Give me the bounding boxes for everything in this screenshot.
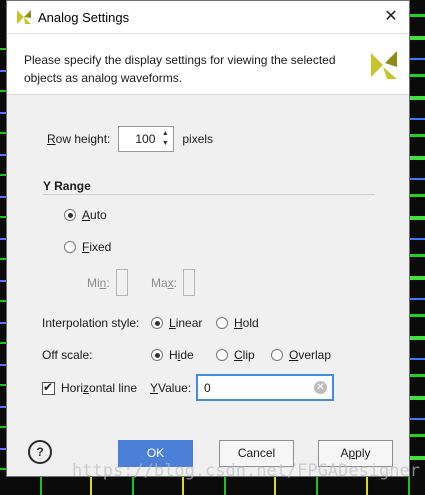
linear-label: Linear — [169, 316, 203, 330]
y-value-input[interactable]: 0 ✕ — [196, 374, 334, 401]
y-range-fixed-radio[interactable]: Fixed — [64, 240, 111, 254]
radio-unselected-icon[interactable] — [216, 317, 228, 329]
interpolation-hold-radio[interactable]: Hold — [216, 316, 259, 330]
y-value-text[interactable]: 0 — [204, 381, 211, 395]
radio-selected-icon[interactable] — [64, 209, 76, 221]
auto-label: Auto — [82, 208, 107, 222]
title-bar[interactable]: Analog Settings ✕ — [7, 1, 409, 34]
off-scale-clip-radio[interactable]: Clip — [216, 348, 255, 362]
dialog-description: Please specify the display settings for … — [24, 53, 336, 85]
off-scale-overlap-radio[interactable]: Overlap — [271, 348, 331, 362]
waveform-background-right — [410, 0, 425, 495]
xilinx-logo-icon — [371, 51, 397, 79]
radio-unselected-icon[interactable] — [64, 241, 76, 253]
horizontal-line-checkbox[interactable]: ✔ Horizontal line — [42, 380, 138, 395]
row-height-value[interactable]: 100 — [135, 132, 155, 146]
watermark: https://blog.csdn.net/FPGADesigner — [72, 461, 420, 481]
y-range-title: Y Range — [43, 179, 91, 193]
max-label: Max: — [151, 275, 178, 290]
horizontal-line-label: Horizontal line — [61, 381, 138, 395]
radio-unselected-icon[interactable] — [271, 349, 283, 361]
clear-icon[interactable]: ✕ — [314, 381, 327, 394]
max-input[interactable] — [183, 269, 196, 296]
interpolation-label: Interpolation style: — [42, 316, 140, 330]
hold-label: Hold — [234, 316, 259, 330]
y-range-separator — [43, 194, 375, 195]
fixed-label: Fixed — [82, 240, 112, 254]
radio-selected-icon[interactable] — [151, 317, 163, 329]
min-label: Min: — [87, 275, 110, 290]
spinner-down-icon[interactable]: ▼ — [160, 139, 170, 149]
interpolation-linear-radio[interactable]: Linear — [151, 316, 202, 330]
radio-selected-icon[interactable] — [151, 349, 163, 361]
vivado-logo-icon — [17, 10, 31, 24]
min-field-row: Min: — [87, 269, 128, 296]
help-button[interactable]: ? — [28, 440, 52, 464]
y-range-auto-radio[interactable]: Auto — [64, 208, 107, 222]
min-input[interactable] — [115, 269, 128, 296]
close-button[interactable]: ✕ — [381, 7, 401, 27]
overlap-label: Overlap — [289, 348, 332, 362]
off-scale-hide-radio[interactable]: Hide — [151, 348, 194, 362]
clip-label: Clip — [234, 348, 255, 362]
row-height-spinner[interactable]: 100 ▲ ▼ — [118, 126, 175, 152]
dialog-header: Please specify the display settings for … — [7, 34, 409, 95]
radio-unselected-icon[interactable] — [216, 349, 228, 361]
max-field-row: Max: — [151, 269, 196, 296]
off-scale-label: Off scale: — [42, 348, 93, 362]
spinner-up-icon[interactable]: ▲ — [160, 129, 170, 139]
hide-label: Hide — [169, 348, 194, 362]
analog-settings-dialog: Analog Settings ✕ Please specify the dis… — [6, 0, 410, 477]
row-height-label: Row height: — [47, 132, 111, 146]
y-value-label: Y Value: — [150, 381, 192, 395]
row-height-row: Row height: 100 ▲ ▼ pixels — [47, 126, 213, 152]
checkbox-checked-icon[interactable]: ✔ — [42, 380, 55, 395]
row-height-unit: pixels — [182, 132, 214, 146]
dialog-title: Analog Settings — [38, 10, 130, 25]
